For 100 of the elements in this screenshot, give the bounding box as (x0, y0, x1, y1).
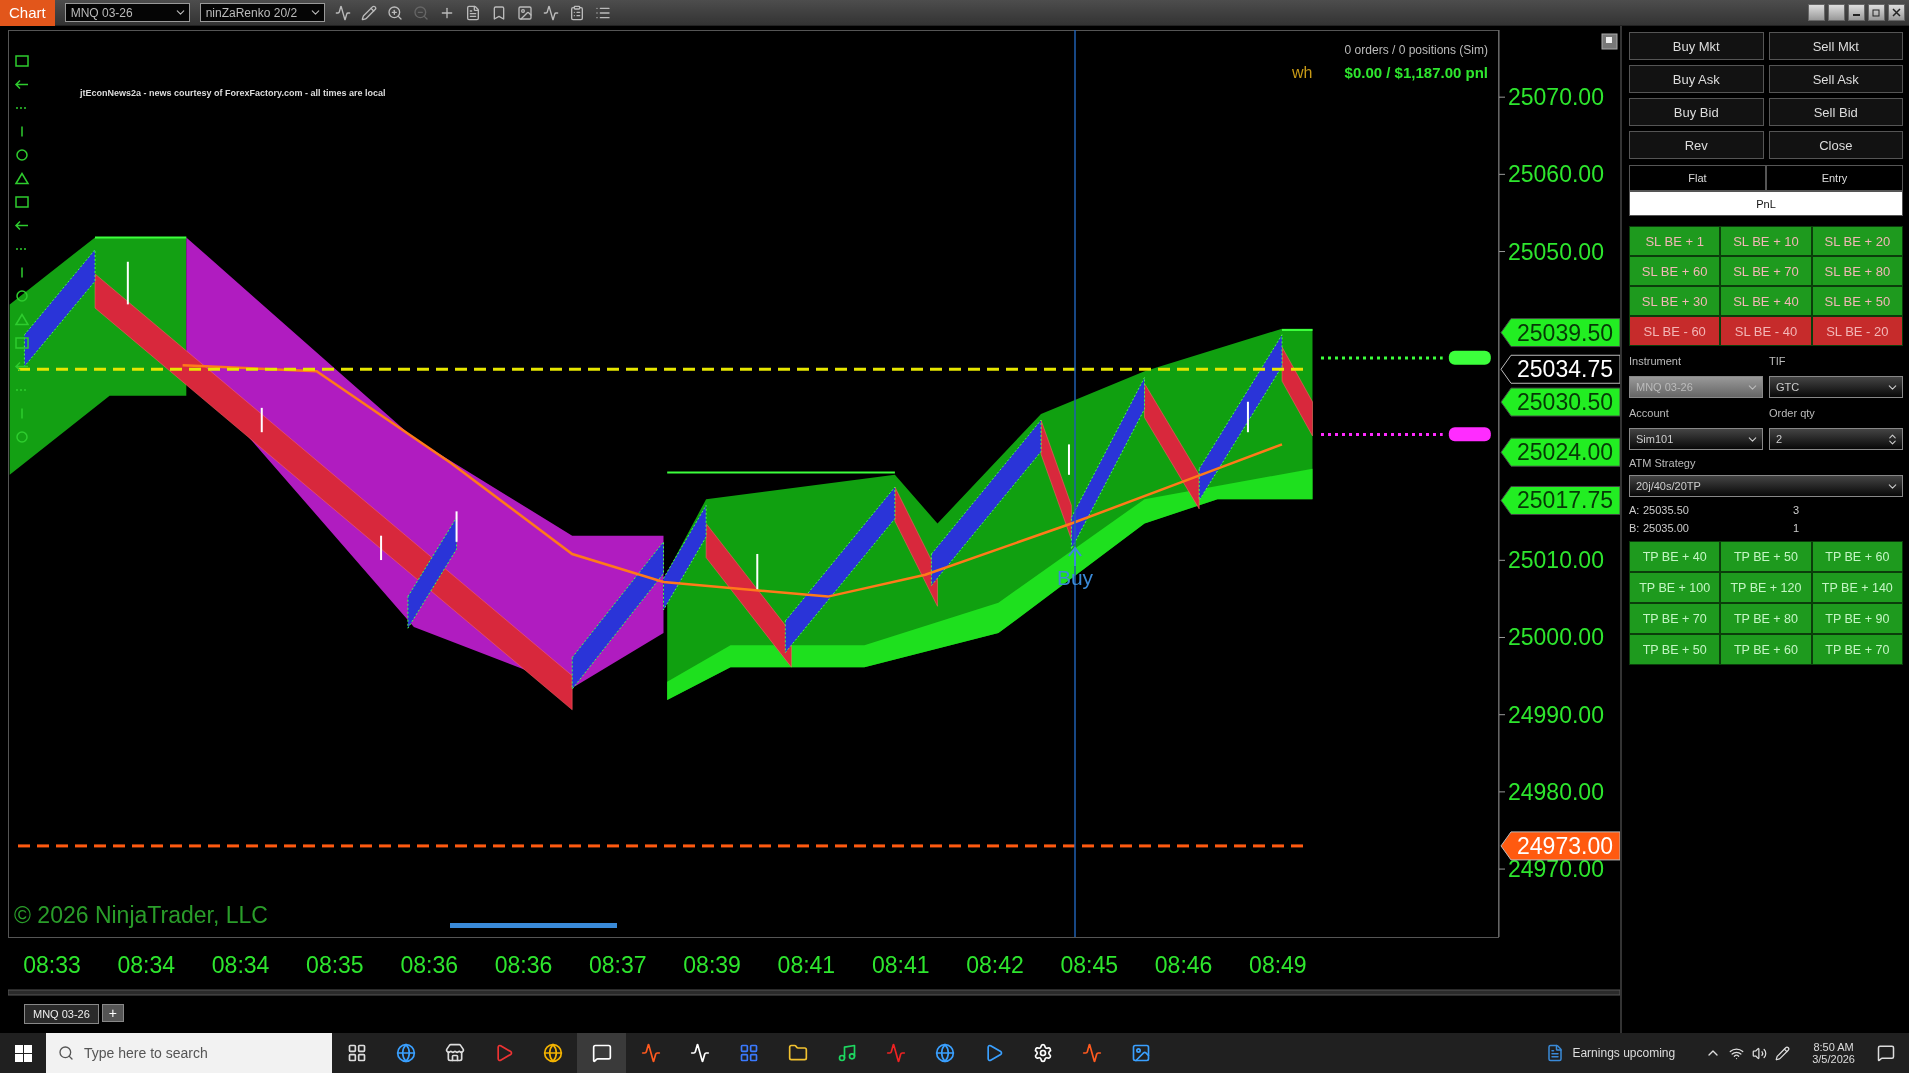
scroll-thumb[interactable] (450, 923, 617, 928)
price-label: 25010.00 (1508, 547, 1604, 574)
time-label: 08:45 (1060, 952, 1119, 978)
time-label: 08:35 (306, 952, 364, 978)
dropdown-field[interactable]: Sim101 (1629, 428, 1763, 450)
take-profit-button[interactable]: TP BE + 60 (1811, 541, 1903, 572)
pnl-field: PnL (1629, 191, 1903, 216)
time-label: 08:34 (117, 952, 176, 978)
pencil-icon[interactable] (360, 4, 377, 21)
pen-icon[interactable] (1775, 1045, 1791, 1061)
price-marker: 25024.00 (1500, 437, 1620, 467)
arrow-icon[interactable] (14, 79, 29, 90)
stop-loss-button[interactable]: SL BE - 40 (1720, 316, 1812, 346)
zoom-in-icon[interactable] (386, 4, 403, 21)
panel-toggle-icon[interactable] (1601, 33, 1618, 50)
stop-loss-button[interactable]: SL BE - 20 (1811, 316, 1903, 346)
minimize-button[interactable] (1848, 4, 1865, 21)
buy-arrow-icon (1068, 546, 1082, 567)
stop-loss-button[interactable]: SL BE + 20 (1811, 226, 1903, 256)
price-marker: 25039.50 (1500, 318, 1620, 348)
order-button[interactable]: Sell Ask (1768, 65, 1903, 93)
clock[interactable]: 8:50 AM 3/5/2026 (1798, 1041, 1869, 1065)
stop-loss-button[interactable]: SL BE + 80 (1811, 256, 1903, 286)
stop-loss-button[interactable]: SL BE + 70 (1720, 256, 1812, 286)
price-label: 24980.00 (1508, 778, 1604, 805)
price-label: 25060.00 (1508, 161, 1604, 188)
notification-icon[interactable] (1877, 1044, 1895, 1062)
stop-loss-button[interactable]: SL BE + 40 (1720, 286, 1812, 316)
network-icon[interactable] (1729, 1045, 1745, 1061)
close-button[interactable] (1888, 4, 1905, 21)
order-button[interactable]: Buy Ask (1629, 65, 1764, 93)
field-label: Account (1629, 406, 1670, 421)
price-label: 25000.00 (1508, 624, 1604, 651)
take-profit-button[interactable]: TP BE + 100 (1629, 572, 1721, 603)
pnl-text: $0.00 / $1,187.00 pnl (1344, 64, 1488, 81)
stop-loss-button[interactable]: SL BE + 30 (1629, 286, 1721, 316)
chart-tab[interactable]: Chart (0, 0, 55, 26)
grid-icon[interactable] (15, 55, 29, 67)
order-button[interactable]: Rev (1629, 131, 1764, 159)
document-icon[interactable] (464, 4, 481, 21)
order-button[interactable]: Sell Bid (1768, 98, 1903, 126)
price-label: 25050.00 (1508, 238, 1604, 265)
time-label: 08:46 (1154, 952, 1213, 978)
stop-loss-button[interactable]: SL BE + 10 (1720, 226, 1812, 256)
bar-type-dropdown[interactable]: ninZaRenko 20/2 (199, 3, 325, 22)
line-chart-icon[interactable] (542, 4, 559, 21)
take-profit-button[interactable]: TP BE + 90 (1811, 603, 1903, 634)
field-label: Instrument (1629, 354, 1682, 369)
take-profit-button[interactable]: TP BE + 120 (1720, 572, 1812, 603)
quantity-field[interactable]: 2 (1769, 428, 1903, 450)
take-profit-button[interactable]: TP BE + 50 (1629, 634, 1721, 665)
order-button[interactable]: Sell Mkt (1768, 32, 1903, 60)
field-label: ATM Strategy (1629, 456, 1697, 471)
order-button[interactable]: Buy Bid (1629, 98, 1764, 126)
orders-status: 0 orders / 0 positions (Sim) (1344, 43, 1488, 57)
windows-logo-icon (14, 1044, 32, 1062)
layout-button[interactable] (1828, 4, 1845, 21)
quote-size: 3 (1793, 504, 1801, 516)
restore-icon (1872, 8, 1881, 17)
layout-button[interactable] (1808, 4, 1825, 21)
stop-loss-button[interactable]: SL BE - 60 (1629, 316, 1721, 346)
clipboard-icon[interactable] (568, 4, 585, 21)
quote-price: 25035.50 (1643, 504, 1690, 516)
take-profit-button[interactable]: TP BE + 80 (1720, 603, 1812, 634)
add-tab-button[interactable]: + (101, 1004, 124, 1022)
take-profit-button[interactable]: TP BE + 70 (1629, 603, 1721, 634)
search-icon (58, 1045, 74, 1061)
field-label: Order qty (1769, 406, 1816, 421)
order-button[interactable]: Close (1768, 131, 1903, 159)
stop-loss-button[interactable]: SL BE + 1 (1629, 226, 1721, 256)
take-profit-button[interactable]: TP BE + 140 (1811, 572, 1903, 603)
take-profit-button[interactable]: TP BE + 70 (1811, 634, 1903, 665)
price-marker: 25034.75 (1500, 354, 1620, 384)
scrollbar[interactable] (8, 989, 1620, 996)
overlap-text: wh (1292, 64, 1313, 81)
price-label: 24990.00 (1508, 701, 1604, 728)
price-marker: 25030.50 (1500, 387, 1620, 417)
quote-size: 1 (1793, 522, 1801, 534)
dropdown-field[interactable]: 20j/40s/20TP (1629, 475, 1903, 497)
time-label: 08:49 (1249, 952, 1307, 978)
volume-icon[interactable] (1752, 1045, 1768, 1061)
dropdown-field[interactable]: GTC (1769, 376, 1903, 398)
field-label: TIF (1769, 354, 1787, 369)
image-icon[interactable] (516, 4, 533, 21)
take-profit-button[interactable]: TP BE + 40 (1629, 541, 1721, 572)
news-text[interactable]: Earnings upcoming (1572, 1046, 1676, 1060)
take-profit-button[interactable]: TP BE + 60 (1720, 634, 1812, 665)
order-button[interactable]: Buy Mkt (1629, 32, 1764, 60)
close-icon (1892, 8, 1901, 17)
chart-tab[interactable]: MNQ 03-26 (24, 1004, 99, 1024)
news-icon[interactable] (1546, 1044, 1565, 1062)
take-profit-button[interactable]: TP BE + 50 (1720, 541, 1812, 572)
stop-loss-button[interactable]: SL BE + 50 (1811, 286, 1903, 316)
price-marker: 25017.75 (1500, 486, 1620, 515)
instrument-dropdown[interactable]: MNQ 03-26 (64, 3, 190, 22)
restore-button[interactable] (1868, 4, 1885, 21)
chat-icon[interactable] (577, 1033, 626, 1073)
stop-loss-button[interactable]: SL BE + 60 (1629, 256, 1721, 286)
search-field[interactable]: Type here to search (46, 1033, 332, 1073)
time-label: 08:42 (966, 952, 1024, 978)
